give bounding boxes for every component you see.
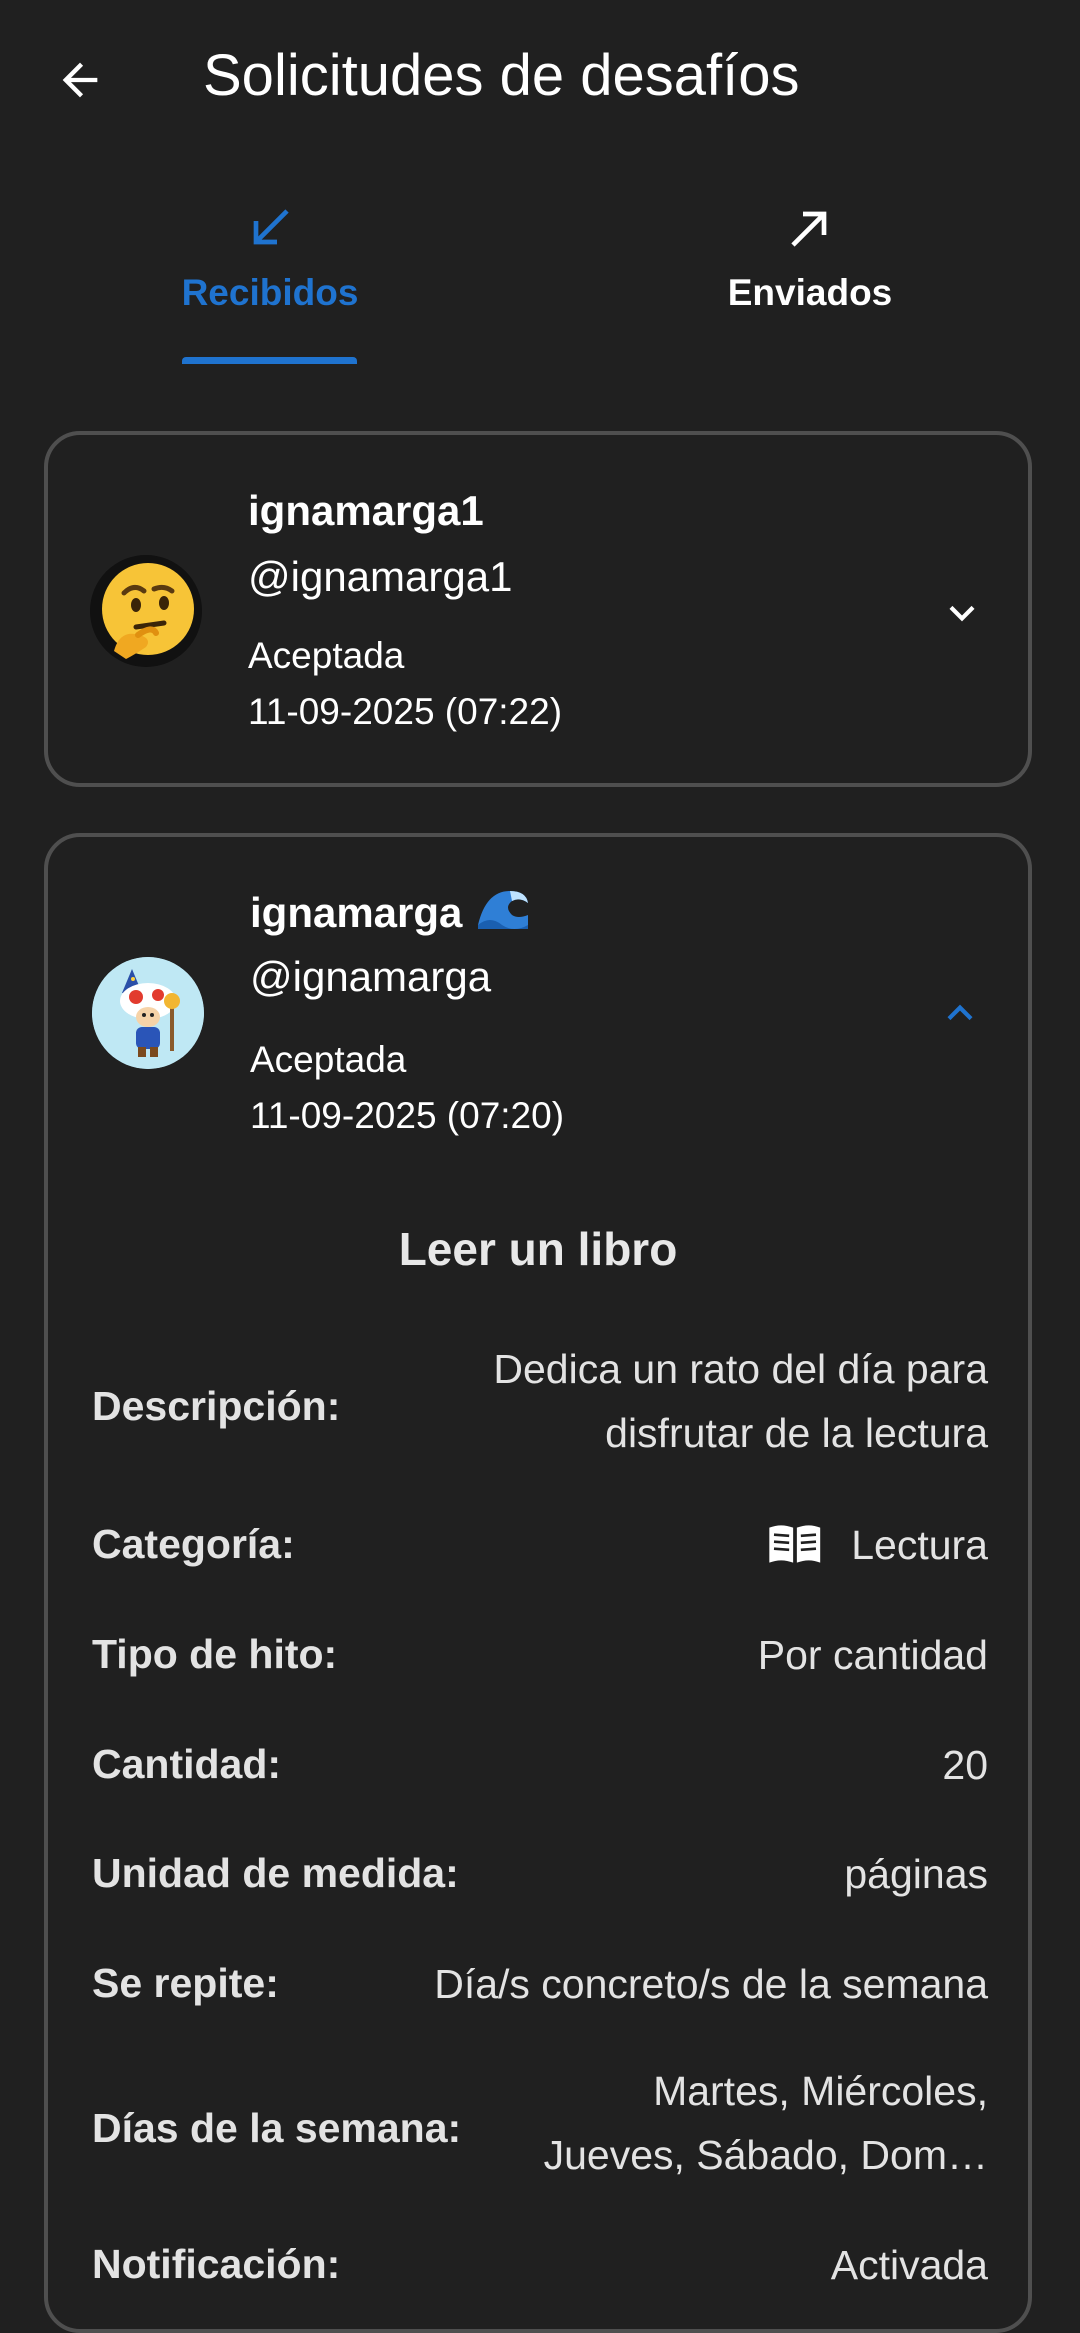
- row-value-line: Martes, Miércoles,: [653, 2068, 988, 2114]
- user-name-text: ignamarga: [250, 889, 463, 936]
- row-label: Cantidad:: [92, 1741, 282, 1787]
- detail-row-quantity: Cantidad: 20: [92, 1733, 988, 1797]
- tab-bar: Recibidos Enviados: [0, 180, 1080, 366]
- category-name: Lectura: [851, 1522, 988, 1568]
- row-label: Notificación:: [92, 2241, 341, 2287]
- row-value: 20: [942, 1742, 988, 1788]
- arrow-up-right-icon: [791, 211, 827, 247]
- detail-row-milestone-type: Tipo de hito: Por cantidad: [92, 1623, 988, 1687]
- avatar: [92, 957, 204, 1069]
- row-label: Se repite:: [92, 1960, 279, 2006]
- toad-wizard-avatar-icon: [92, 957, 204, 1069]
- chevron-up-icon: [947, 1004, 973, 1021]
- user-name: ignamarga: [250, 885, 530, 941]
- row-value-line: disfrutar de la lectura: [605, 1410, 988, 1456]
- user-name: ignamarga1: [248, 487, 484, 534]
- detail-row-weekdays: Días de la semana: Martes, Miércoles, Ju…: [92, 2059, 988, 2199]
- row-value-line: Dedica un rato del día para: [493, 1346, 988, 1392]
- tab-indicator: [182, 357, 357, 364]
- back-button[interactable]: [44, 44, 116, 116]
- detail-row-description: Descripción: Dedica un rato del día para…: [92, 1337, 988, 1477]
- tab-recibidos-label: Recibidos: [181, 272, 359, 313]
- avatar: [90, 555, 202, 667]
- arrow-down-left-icon: [253, 209, 289, 245]
- page-title: Solicitudes de desafíos: [203, 43, 800, 108]
- challenge-title: Leer un libro: [398, 1223, 678, 1275]
- row-value: Dedica un rato del día para disfrutar de…: [493, 1337, 988, 1465]
- row-value: Por cantidad: [757, 1632, 988, 1678]
- thinking-face-emoji-icon: [90, 555, 202, 667]
- user-handle: @ignamarga1: [248, 553, 513, 600]
- expand-button[interactable]: [926, 577, 998, 649]
- row-value: Martes, Miércoles, Jueves, Sábado, Dom…: [544, 2059, 988, 2187]
- arrow-back-icon: [62, 62, 98, 98]
- row-value: páginas: [844, 1851, 988, 1897]
- request-status: Aceptada: [248, 635, 405, 676]
- row-label: Unidad de medida:: [92, 1850, 459, 1896]
- row-value: Lectura: [767, 1513, 988, 1583]
- request-date: 11-09-2025 (07:22): [248, 691, 563, 732]
- detail-row-notification: Notificación: Activada: [92, 2233, 988, 2297]
- user-handle: @ignamarga: [250, 953, 492, 1000]
- request-status: Aceptada: [250, 1039, 407, 1080]
- book-icon: [767, 1519, 823, 1583]
- request-date: 11-09-2025 (07:20): [250, 1095, 565, 1136]
- row-value-line: Jueves, Sábado, Dom…: [543, 2132, 988, 2178]
- water-wave-icon: [476, 885, 530, 941]
- row-label: Categoría:: [92, 1521, 295, 1567]
- app-bar: Solicitudes de desafíos: [0, 0, 1080, 156]
- detail-row-repeat: Se repite: Día/s concreto/s de la semana: [92, 1952, 988, 2016]
- tab-enviados[interactable]: Enviados: [540, 180, 1080, 366]
- request-card[interactable]: ignamarga1 @ignamarga1 Aceptada 11-09-20…: [44, 431, 1032, 787]
- row-label: Tipo de hito:: [92, 1631, 338, 1677]
- collapse-button[interactable]: [924, 977, 996, 1049]
- chevron-down-icon: [949, 605, 975, 622]
- row-label: Descripción:: [92, 1383, 341, 1429]
- tab-enviados-label: Enviados: [727, 272, 893, 313]
- detail-row-category: Categoría: Lectura: [92, 1513, 988, 1577]
- tab-recibidos[interactable]: Recibidos: [0, 180, 540, 366]
- request-card-expanded[interactable]: ignamarga @ignamarga Aceptada 11-09-2025…: [44, 833, 1032, 2333]
- row-label: Días de la semana:: [92, 2105, 462, 2151]
- row-value: Activada: [830, 2242, 988, 2288]
- detail-row-unit: Unidad de medida: páginas: [92, 1842, 988, 1906]
- row-value: Día/s concreto/s de la semana: [434, 1961, 988, 2007]
